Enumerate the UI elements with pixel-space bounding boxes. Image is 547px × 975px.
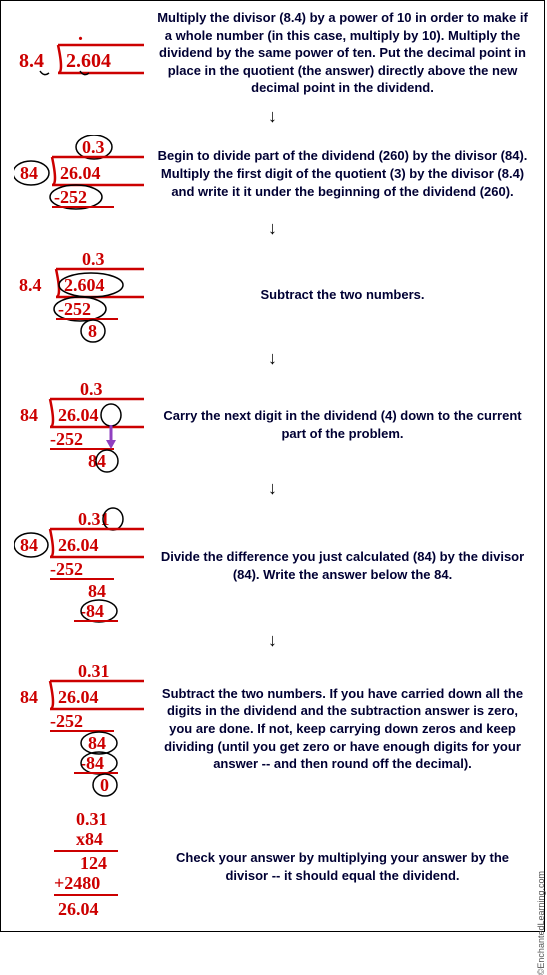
step-7: 0.31 x84 124 +2480 26.04 Check your answ… xyxy=(1,803,544,931)
step-7-text: Check your answer by multiplying your an… xyxy=(149,845,536,888)
sub: -252 xyxy=(50,429,83,449)
quotient: 0.3 xyxy=(82,137,105,157)
check-mult: x84 xyxy=(76,829,103,849)
step-1: 8.4 2.604 . Multiply the divisor (8.4) b… xyxy=(1,1,544,105)
flow-arrow-icon: ↓ xyxy=(1,107,544,125)
carry: 84 xyxy=(88,451,106,471)
rem1: 84 xyxy=(88,581,106,601)
sub: -252 xyxy=(58,299,91,319)
sub1: -252 xyxy=(50,559,83,579)
flow-arrow-icon: ↓ xyxy=(1,219,544,237)
divisor: 84 xyxy=(20,405,38,425)
step-2: 0.3 84 26.04 -252 Begin to divide part o… xyxy=(1,131,544,217)
step-4: 0.3 84 26.04 -252 84 Carry the next digi… xyxy=(1,373,544,477)
step-3: 0.3 8.4 2.604 -252 8 Subtract the two nu… xyxy=(1,243,544,347)
check-quotient: 0.31 xyxy=(76,809,108,829)
decimal-point: . xyxy=(78,25,83,45)
step-5: 0.31 84 26.04 -252 84 -84 Divide the dif… xyxy=(1,503,544,629)
carry-arrow-head xyxy=(106,440,116,449)
dividend: 2.604 xyxy=(64,275,105,295)
check-result: 26.04 xyxy=(58,899,99,919)
divisor-text: 8.4 xyxy=(19,50,44,72)
credit-text: ©EnchantedLearning.com xyxy=(536,871,546,975)
step-5-math: 0.31 84 26.04 -252 84 -84 xyxy=(9,507,149,625)
remainder: 8 xyxy=(88,321,97,341)
dividend: 26.04 xyxy=(58,405,99,425)
divisor: 8.4 xyxy=(19,275,42,295)
sub1: -252 xyxy=(50,711,83,731)
divisor: 84 xyxy=(20,163,38,183)
quotient: 0.31 xyxy=(78,661,110,681)
check-p1: 124 xyxy=(80,853,107,873)
quotient: 0.3 xyxy=(80,379,103,399)
check-p2: +2480 xyxy=(54,873,100,893)
step-2-math: 0.3 84 26.04 -252 xyxy=(9,135,149,213)
flow-arrow-icon: ↓ xyxy=(1,479,544,497)
tutorial-container: 8.4 2.604 . Multiply the divisor (8.4) b… xyxy=(0,0,545,932)
divisor: 84 xyxy=(20,687,38,707)
flow-arrow-icon: ↓ xyxy=(1,631,544,649)
step-4-text: Carry the next digit in the dividend (4)… xyxy=(149,403,536,446)
circle xyxy=(101,404,121,426)
step-1-math: 8.4 2.604 . xyxy=(9,25,149,80)
sub2: -84 xyxy=(80,753,104,773)
dividend: 26.04 xyxy=(58,687,99,707)
step-6-math: 0.31 84 26.04 -252 84 -84 0 xyxy=(9,659,149,799)
step-4-math: 0.3 84 26.04 -252 84 xyxy=(9,377,149,473)
step-5-text: Divide the difference you just calculate… xyxy=(149,544,536,587)
flow-arrow-icon: ↓ xyxy=(1,349,544,367)
step-2-text: Begin to divide part of the dividend (26… xyxy=(149,143,536,204)
step-3-text: Subtract the two numbers. xyxy=(149,282,536,308)
step-1-text: Multiply the divisor (8.4) by a power of… xyxy=(149,5,536,101)
sub2: -84 xyxy=(80,601,104,621)
rem1: 84 xyxy=(88,733,106,753)
rem2: 0 xyxy=(100,775,109,795)
step-6: 0.31 84 26.04 -252 84 -84 0 Subtract the… xyxy=(1,655,544,803)
quotient: 0.3 xyxy=(82,249,105,269)
step-3-math: 0.3 8.4 2.604 -252 8 xyxy=(9,247,149,343)
step-6-text: Subtract the two numbers. If you have ca… xyxy=(149,681,536,777)
step-7-math: 0.31 x84 124 +2480 26.04 xyxy=(9,807,149,927)
dividend-text: 2.604 xyxy=(66,50,111,72)
dividend: 26.04 xyxy=(58,535,99,555)
divisor: 84 xyxy=(20,535,38,555)
dividend: 26.04 xyxy=(60,163,101,183)
sub: -252 xyxy=(54,187,87,207)
